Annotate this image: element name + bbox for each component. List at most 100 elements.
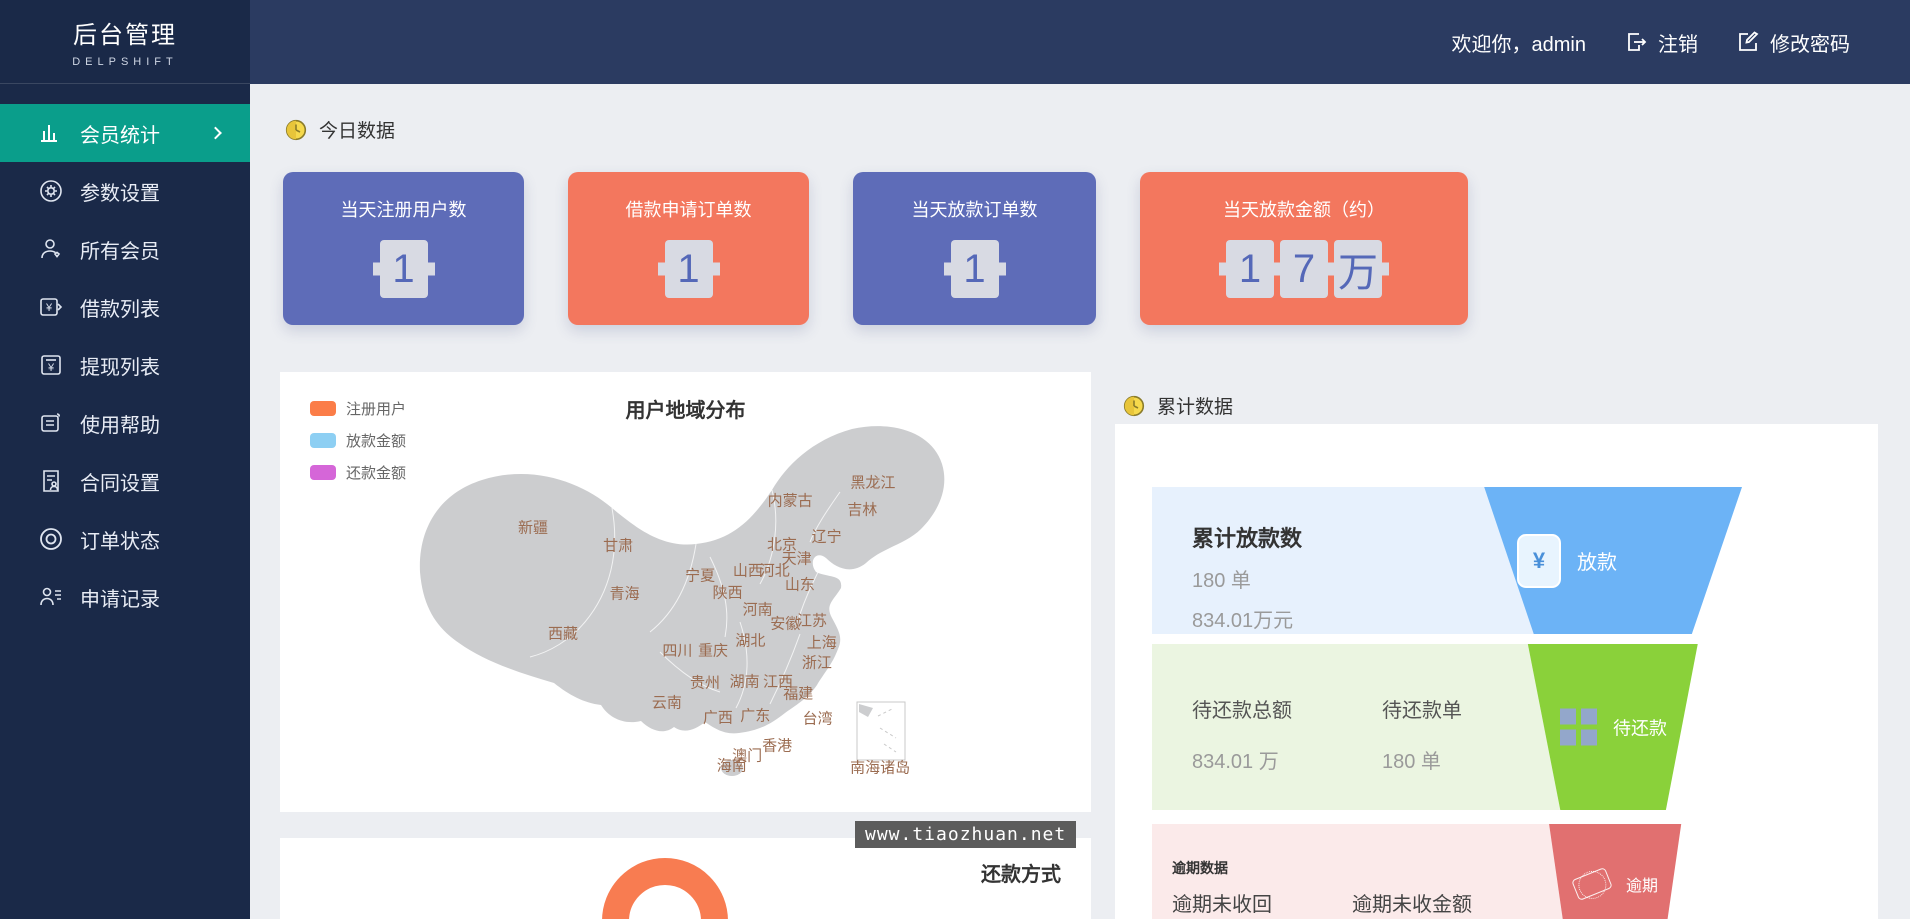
sidebar: 后台管理 DELPSHIFT 会员统计 参数设置 所有会员 [0, 0, 250, 919]
province-label: 海南 [717, 754, 747, 775]
col-label: 待还款单 [1382, 694, 1462, 723]
province-label: 福建 [783, 683, 813, 704]
stat-card-registered-users: 当天注册用户数 1 [283, 172, 524, 325]
stat-card-loan-applications: 借款申请订单数 1 [568, 172, 809, 325]
col-value: 834.01 万 [1192, 745, 1292, 774]
province-label: 河南 [743, 599, 773, 620]
stat-card-disbursed-orders: 当天放款订单数 1 [853, 172, 1096, 325]
contract-icon [38, 468, 64, 494]
province-label: 四川 [662, 640, 692, 661]
province-label: 甘肃 [603, 534, 633, 555]
today-section-header: 今日数据 [285, 116, 395, 143]
province-label: 浙江 [802, 651, 832, 672]
province-label: 内蒙古 [768, 490, 813, 511]
col-value: 180 单 [1382, 745, 1462, 774]
sidebar-item-withdraw-list[interactable]: ¥ 提现列表 [0, 336, 250, 394]
loan-icon: ¥ [38, 294, 64, 320]
clock-icon [1123, 395, 1145, 417]
sidebar-item-loan-list[interactable]: ¥ 借款列表 [0, 278, 250, 336]
province-label: 香港 [762, 735, 792, 756]
province-labels: 新疆甘肃青海西藏内蒙古黑龙江吉林辽宁北京天津河北山西宁夏山东陕西河南江苏安徽上海… [280, 372, 1091, 812]
row-value: 180 单 [1192, 564, 1302, 593]
sidebar-item-param-settings[interactable]: 参数设置 [0, 162, 250, 220]
stat-card-title: 当天放款订单数 [853, 196, 1096, 222]
main-content: 今日数据 当天注册用户数 1 借款申请订单数 1 当天放款订单数 1 当天放款金… [250, 84, 1910, 919]
summary-panel: 累计放款数 180 单 834.01万元 ¥ 放款 待还款总额 834.01 万… [1115, 424, 1878, 919]
province-label: 广西 [703, 706, 733, 727]
funnel-row-to-repay: 待还款总额 834.01 万 待还款单 180 单 待还款 [1152, 644, 1742, 810]
app-logo: 后台管理 DELPSHIFT [0, 0, 250, 84]
funnel-label: 逾期 [1626, 872, 1658, 896]
today-section-title: 今日数据 [319, 116, 395, 143]
flip-counter: 1 [853, 240, 1096, 298]
order-status-icon [38, 526, 64, 552]
province-label: 江苏 [797, 610, 827, 631]
province-label: 西藏 [548, 622, 578, 643]
province-label: 广东 [740, 705, 770, 726]
members-icon [38, 236, 64, 262]
welcome-text: 欢迎你，admin [1452, 28, 1586, 57]
province-label: 山西 [733, 560, 763, 581]
user-region-map-panel: 用户地域分布 注册用户 放款金额 还款金额 [280, 372, 1091, 812]
watermark: www.tiaozhuan.net [855, 821, 1076, 848]
funnel-row-overdue: 逾期数据 逾期未收回 逾期未收金额 逾期 [1152, 824, 1742, 919]
stamp-icon [1571, 867, 1613, 901]
gear-icon [38, 178, 64, 204]
flip-digit: 7 [1280, 240, 1328, 298]
flip-counter: 1 [283, 240, 524, 298]
sidebar-item-order-status[interactable]: 订单状态 [0, 510, 250, 568]
sidebar-item-contract-settings[interactable]: 合同设置 [0, 452, 250, 510]
flip-digit: 1 [951, 240, 999, 298]
sidebar-item-help[interactable]: 使用帮助 [0, 394, 250, 452]
province-label: 宁夏 [685, 564, 715, 585]
sidebar-menu: 会员统计 参数设置 所有会员 ¥ 借款列表 [0, 84, 250, 626]
svg-text:¥: ¥ [47, 362, 55, 374]
stat-card-disbursed-amount: 当天放款金额（约） 17万 [1140, 172, 1468, 325]
province-label: 湖南 [730, 670, 760, 691]
province-label: 新疆 [518, 516, 548, 537]
flip-digit: 1 [1226, 240, 1274, 298]
col-label: 逾期未收金额 [1352, 888, 1472, 917]
funnel-label: 待还款 [1613, 714, 1667, 740]
bar-chart-icon [38, 120, 64, 146]
row-title: 累计放款数 [1192, 521, 1302, 553]
logout-button[interactable]: 注销 [1624, 28, 1698, 57]
repay-panel-title: 还款方式 [981, 858, 1061, 887]
flip-digit: 1 [380, 240, 428, 298]
province-label: 重庆 [698, 640, 728, 661]
row-value: 834.01万元 [1192, 604, 1302, 633]
edit-icon [1736, 30, 1760, 54]
grid-icon [1560, 709, 1597, 746]
funnel-row-disbursed: 累计放款数 180 单 834.01万元 ¥ 放款 [1152, 487, 1742, 634]
province-label: 安徽 [770, 612, 800, 633]
chevron-right-icon [209, 127, 222, 140]
flip-counter: 1 [568, 240, 809, 298]
flip-digit: 万 [1334, 240, 1382, 298]
col-label: 逾期未收回 [1172, 888, 1272, 917]
sidebar-item-all-members[interactable]: 所有会员 [0, 220, 250, 278]
province-label: 台湾 [803, 707, 833, 728]
clock-icon [285, 119, 307, 141]
province-label: 上海 [807, 632, 837, 653]
province-label: 南海诸岛 [850, 757, 910, 778]
stat-card-title: 当天放款金额（约） [1140, 196, 1468, 222]
row-subtitle: 逾期数据 [1172, 858, 1228, 878]
summary-section-title: 累计数据 [1157, 392, 1233, 419]
summary-section-header: 累计数据 [1123, 392, 1233, 419]
app-subtitle: DELPSHIFT [72, 56, 178, 68]
province-label: 吉林 [847, 498, 877, 519]
province-label: 黑龙江 [850, 472, 895, 493]
top-header: 欢迎你，admin 注销 修改密码 [0, 0, 1910, 84]
help-doc-icon [38, 410, 64, 436]
sidebar-item-member-stats[interactable]: 会员统计 [0, 104, 250, 162]
sidebar-item-apply-records[interactable]: 申请记录 [0, 568, 250, 626]
col-label: 待还款总额 [1192, 694, 1292, 723]
stat-card-title: 当天注册用户数 [283, 196, 524, 222]
app-title: 后台管理 [73, 15, 177, 50]
repay-method-donut-chart [602, 858, 728, 919]
withdraw-icon: ¥ [38, 352, 64, 378]
change-password-button[interactable]: 修改密码 [1736, 28, 1850, 57]
flip-counter: 17万 [1140, 240, 1468, 298]
funnel-label: 放款 [1577, 546, 1617, 575]
repay-method-panel: 还款方式 [280, 838, 1091, 919]
